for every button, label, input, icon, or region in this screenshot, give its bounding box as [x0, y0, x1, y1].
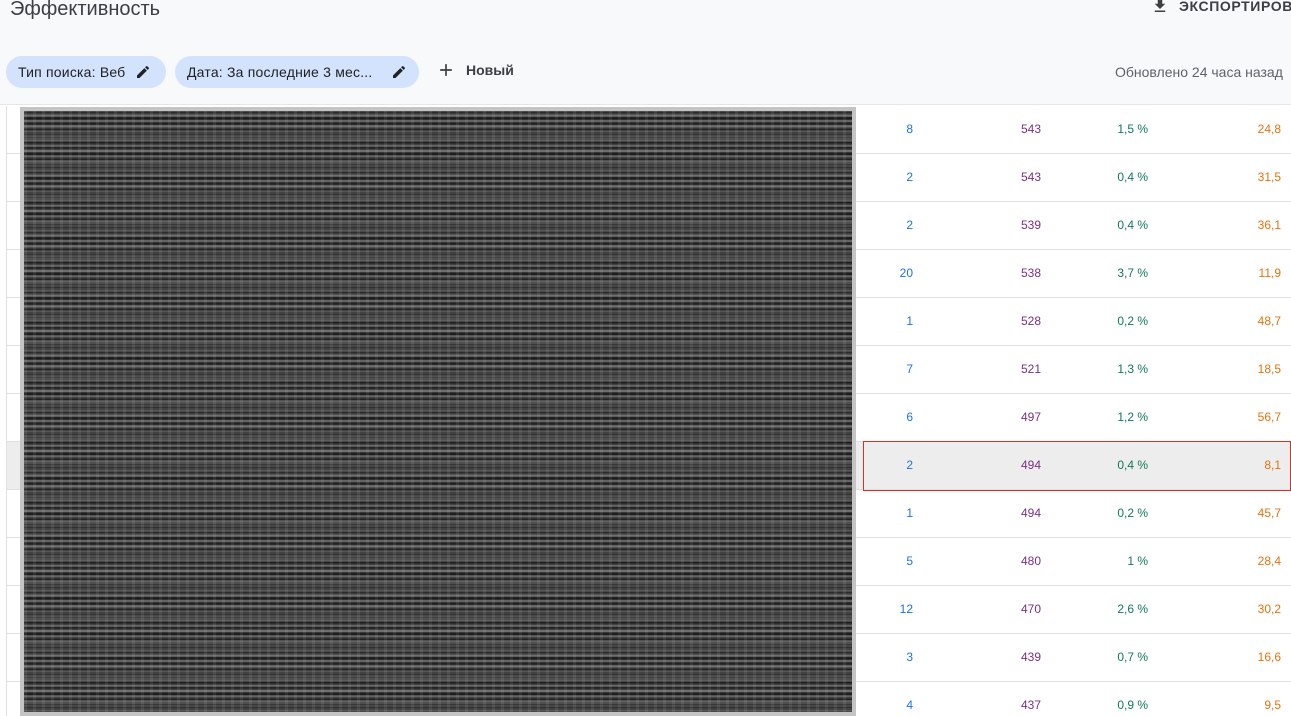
page-title: Эффективность — [10, 0, 161, 20]
ctr-cell: 1,2 % — [1117, 410, 1148, 424]
filter-chip-label: Дата: За последние 3 мес... — [187, 64, 373, 80]
position-cell: 24,8 — [1257, 122, 1281, 136]
new-filter-label: Новый — [466, 62, 514, 78]
impressions-cell: 437 — [1020, 698, 1041, 712]
pencil-icon[interactable] — [135, 64, 151, 80]
position-cell: 9,5 — [1264, 698, 1281, 712]
ctr-cell: 1,5 % — [1117, 122, 1148, 136]
impressions-cell: 439 — [1020, 650, 1041, 664]
search-console-performance: Эффективность ЭКСПОРТИРОВАТЬ Тип поиска:… — [0, 0, 1291, 716]
clicks-cell: 1 — [906, 314, 913, 328]
impressions-cell: 480 — [1020, 554, 1041, 568]
impressions-cell: 494 — [1020, 458, 1041, 472]
impressions-cell: 497 — [1020, 410, 1041, 424]
ctr-cell: 0,4 % — [1117, 218, 1148, 232]
clicks-cell: 2 — [906, 218, 913, 232]
impressions-cell: 539 — [1020, 218, 1041, 232]
clicks-cell: 5 — [906, 554, 913, 568]
clicks-cell: 3 — [906, 650, 913, 664]
position-cell: 48,7 — [1257, 314, 1281, 328]
export-label: ЭКСПОРТИРОВАТЬ — [1179, 0, 1291, 14]
clicks-cell: 4 — [906, 698, 913, 712]
export-button[interactable]: ЭКСПОРТИРОВАТЬ — [1151, 0, 1291, 15]
ctr-cell: 0,9 % — [1117, 698, 1148, 712]
download-icon — [1154, 0, 1166, 12]
plus-icon — [440, 64, 452, 76]
clicks-cell: 7 — [906, 362, 913, 376]
impressions-cell: 470 — [1020, 602, 1041, 616]
clicks-cell: 2 — [906, 170, 913, 184]
new-filter-button[interactable]: Новый — [436, 60, 514, 80]
impressions-cell: 543 — [1020, 170, 1041, 184]
position-cell: 36,1 — [1257, 218, 1281, 232]
filter-chip-date[interactable]: Дата: За последние 3 мес... — [175, 56, 419, 88]
position-cell: 45,7 — [1257, 506, 1281, 520]
ctr-cell: 2,6 % — [1117, 602, 1148, 616]
position-cell: 18,5 — [1257, 362, 1281, 376]
clicks-cell: 2 — [906, 458, 913, 472]
position-cell: 56,7 — [1257, 410, 1281, 424]
ctr-cell: 3,7 % — [1117, 266, 1148, 280]
updated-status: Обновлено 24 часа назад — [1115, 64, 1283, 80]
ctr-cell: 0,2 % — [1117, 506, 1148, 520]
clicks-cell: 20 — [899, 266, 913, 280]
clicks-cell: 12 — [899, 602, 913, 616]
redacted-url-column — [20, 107, 856, 716]
position-cell: 11,9 — [1258, 266, 1281, 280]
redacted-noise — [24, 111, 852, 712]
filter-chip-search-type[interactable]: Тип поиска: Веб — [6, 56, 166, 88]
ctr-cell: 0,4 % — [1117, 458, 1148, 472]
position-cell: 30,2 — [1257, 602, 1281, 616]
impressions-cell: 521 — [1020, 362, 1041, 376]
position-cell: 28,4 — [1257, 554, 1281, 568]
clicks-cell: 6 — [906, 410, 913, 424]
pencil-icon[interactable] — [391, 64, 407, 80]
position-cell: 16,6 — [1257, 650, 1281, 664]
ctr-cell: 1 % — [1127, 554, 1148, 568]
impressions-cell: 543 — [1020, 122, 1041, 136]
position-cell: 31,5 — [1257, 170, 1281, 184]
clicks-cell: 8 — [906, 122, 913, 136]
filter-bar: Тип поиска: Веб Дата: За последние 3 мес… — [0, 40, 1291, 105]
position-cell: 8,1 — [1264, 458, 1281, 472]
ctr-cell: 0,4 % — [1117, 170, 1148, 184]
clicks-cell: 1 — [906, 506, 913, 520]
impressions-cell: 494 — [1020, 506, 1041, 520]
impressions-cell: 528 — [1020, 314, 1041, 328]
ctr-cell: 0,2 % — [1117, 314, 1148, 328]
impressions-cell: 538 — [1020, 266, 1041, 280]
page-header: Эффективность ЭКСПОРТИРОВАТЬ — [0, 0, 1291, 41]
filter-chip-label: Тип поиска: Веб — [18, 64, 126, 80]
ctr-cell: 0,7 % — [1117, 650, 1148, 664]
ctr-cell: 1,3 % — [1117, 362, 1148, 376]
